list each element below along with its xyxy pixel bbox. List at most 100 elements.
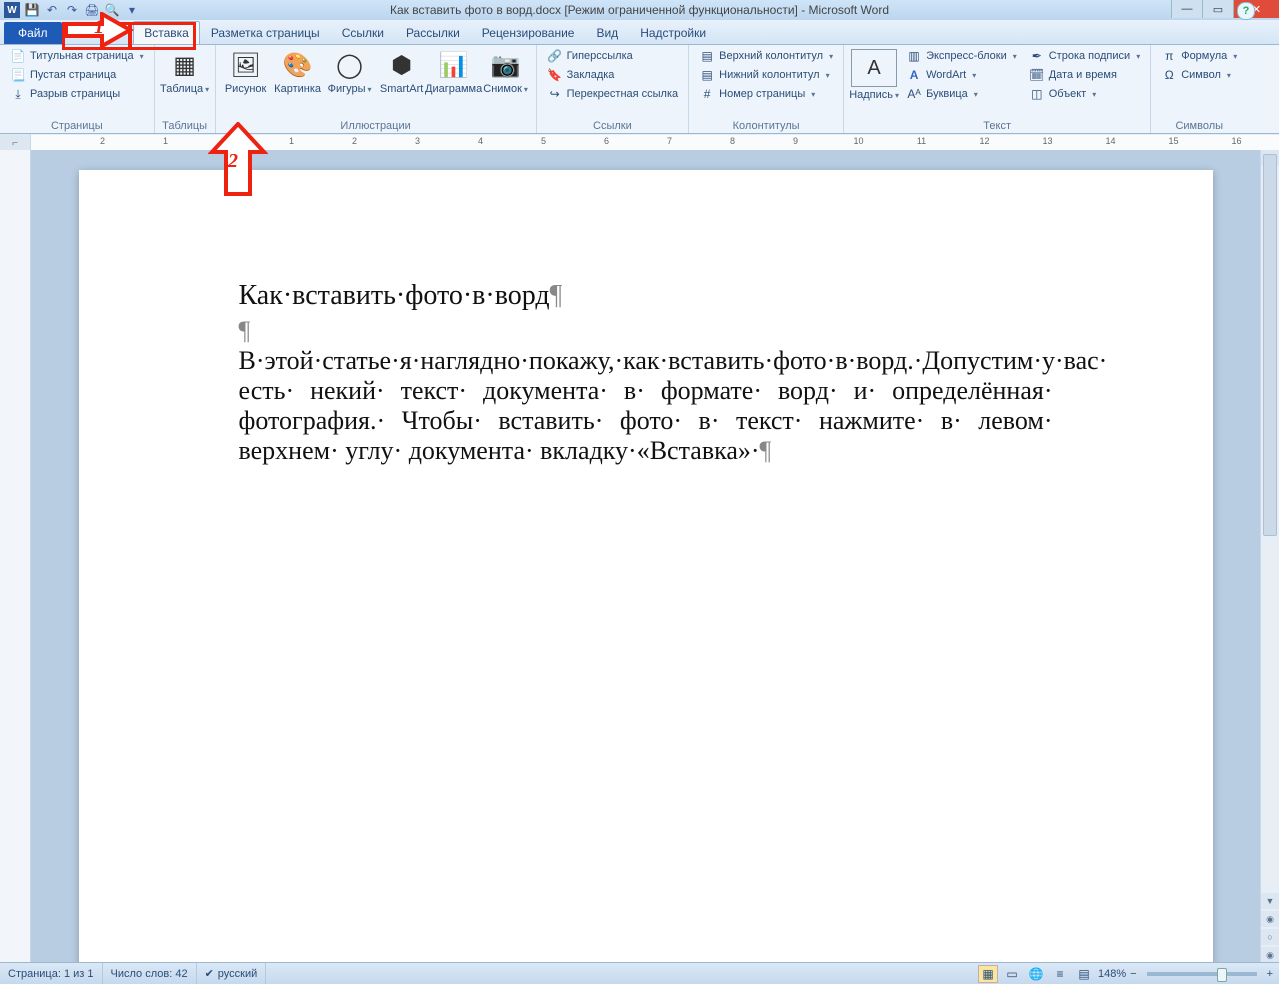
vertical-scrollbar[interactable]: ▲ ▼ ◉ ○ ◉ bbox=[1260, 150, 1279, 963]
ribbon-tabs: Файл Главная Вставка Разметка страницы С… bbox=[0, 20, 1279, 45]
view-fullscreen-button[interactable]: ▭ bbox=[1002, 965, 1022, 983]
chart-icon: 📊 bbox=[438, 49, 470, 81]
status-wordcount[interactable]: Число слов: 42 bbox=[103, 963, 197, 984]
group-pages: 📄Титульная страница 📃Пустая страница ⤓Ра… bbox=[0, 45, 155, 133]
wordart-button[interactable]: AWordArt bbox=[902, 66, 1021, 84]
zoom-percent[interactable]: 148% bbox=[1098, 968, 1126, 980]
equation-label: Формула bbox=[1181, 50, 1227, 62]
picture-icon: 🖼 bbox=[230, 49, 262, 81]
quickparts-icon: ▥ bbox=[906, 48, 922, 64]
symbol-button[interactable]: ΩСимвол bbox=[1157, 66, 1241, 84]
signature-button[interactable]: ✒Строка подписи bbox=[1025, 47, 1144, 65]
workspace: Как·вставить·фото·в·ворд¶ ¶ В·этой·стать… bbox=[0, 150, 1279, 963]
pagebreak-icon: ⤓ bbox=[10, 86, 26, 102]
redo-icon[interactable]: ↷ bbox=[64, 2, 80, 18]
preview-icon[interactable]: 🔍 bbox=[104, 2, 120, 18]
table-button[interactable]: ▦ Таблица bbox=[161, 47, 209, 96]
view-draft-button[interactable]: ▤ bbox=[1074, 965, 1094, 983]
tab-layout[interactable]: Разметка страницы bbox=[200, 21, 331, 44]
view-outline-button[interactable]: ≡ bbox=[1050, 965, 1070, 983]
ribbon: 📄Титульная страница 📃Пустая страница ⤓Ра… bbox=[0, 45, 1279, 134]
undo-icon[interactable]: ↶ bbox=[44, 2, 60, 18]
pilcrow-icon: ¶ bbox=[760, 436, 772, 465]
bookmark-button[interactable]: 🔖Закладка bbox=[543, 66, 683, 84]
paragraph-body[interactable]: В·этой·статье·я·наглядно·покажу,·как·вст… bbox=[239, 346, 1053, 466]
blank-page-button[interactable]: 📃Пустая страница bbox=[6, 66, 148, 84]
view-web-button[interactable]: 🌐 bbox=[1026, 965, 1046, 983]
maximize-button[interactable]: ▭ bbox=[1202, 0, 1233, 18]
wordart-label: WordArt bbox=[926, 69, 966, 81]
document-area[interactable]: Как·вставить·фото·в·ворд¶ ¶ В·этой·стать… bbox=[31, 150, 1260, 963]
shapes-button[interactable]: ◯Фигуры bbox=[326, 47, 374, 96]
title-bar: W 💾 ↶ ↷ 🖨 🔍 ▾ Как вставить фото в ворд.d… bbox=[0, 0, 1279, 20]
view-printlayout-button[interactable]: ▦ bbox=[978, 965, 998, 983]
status-right: ▦ ▭ 🌐 ≡ ▤ 148% − + bbox=[972, 965, 1279, 983]
group-pages-label: Страницы bbox=[6, 119, 148, 133]
symbol-label: Символ bbox=[1181, 69, 1221, 81]
status-language-label: русский bbox=[218, 968, 257, 980]
tab-view[interactable]: Вид bbox=[585, 21, 629, 44]
paragraph-empty[interactable]: ¶ bbox=[239, 316, 1053, 346]
dropcap-button[interactable]: AᴬБуквица bbox=[902, 85, 1021, 103]
minimize-button[interactable]: — bbox=[1171, 0, 1202, 18]
annotation-number-2: 2 bbox=[228, 150, 238, 173]
chart-button[interactable]: 📊Диаграмма bbox=[430, 47, 478, 95]
tab-references[interactable]: Ссылки bbox=[331, 21, 395, 44]
clipart-button[interactable]: 🎨Картинка bbox=[274, 47, 322, 95]
group-illustrations: 🖼Рисунок 🎨Картинка ◯Фигуры ⬢SmartArt 📊Ди… bbox=[216, 45, 537, 133]
scroll-down-icon[interactable]: ▼ bbox=[1261, 893, 1279, 909]
header-button[interactable]: ▤Верхний колонтитул bbox=[695, 47, 837, 65]
crossref-icon: ↪ bbox=[547, 86, 563, 102]
tab-addins[interactable]: Надстройки bbox=[629, 21, 717, 44]
status-language[interactable]: ✔ русский bbox=[197, 963, 267, 984]
qat-more-icon[interactable]: ▾ bbox=[124, 2, 140, 18]
window-controls: — ▭ ✕ bbox=[1171, 0, 1279, 18]
textbox-icon: A bbox=[851, 49, 897, 87]
spellcheck-icon: ✔ bbox=[205, 967, 214, 980]
status-page[interactable]: Страница: 1 из 1 bbox=[0, 963, 103, 984]
zoom-in-button[interactable]: + bbox=[1267, 968, 1273, 980]
zoom-slider-knob[interactable] bbox=[1217, 968, 1227, 982]
help-icon[interactable]: ? bbox=[1237, 2, 1255, 20]
smartart-icon: ⬢ bbox=[386, 49, 418, 81]
page[interactable]: Как·вставить·фото·в·ворд¶ ¶ В·этой·стать… bbox=[79, 170, 1213, 963]
horizontal-ruler[interactable]: 211234567891011121314151617 bbox=[31, 135, 1279, 151]
hyperlink-button[interactable]: 🔗Гиперссылка bbox=[543, 47, 683, 65]
browse-object-icon[interactable]: ○ bbox=[1261, 929, 1279, 945]
group-tables-label: Таблицы bbox=[161, 119, 209, 133]
smartart-button[interactable]: ⬢SmartArt bbox=[378, 47, 426, 95]
group-headers-label: Колонтитулы bbox=[695, 119, 837, 133]
document-heading[interactable]: Как·вставить·фото·в·ворд¶ bbox=[239, 280, 1053, 312]
picture-button[interactable]: 🖼Рисунок bbox=[222, 47, 270, 95]
status-bar: Страница: 1 из 1 Число слов: 42 ✔ русский… bbox=[0, 962, 1279, 984]
equation-button[interactable]: πФормула bbox=[1157, 47, 1241, 65]
zoom-out-button[interactable]: − bbox=[1130, 968, 1136, 980]
next-page-icon[interactable]: ◉ bbox=[1261, 947, 1279, 963]
scroll-thumb[interactable] bbox=[1263, 154, 1277, 536]
tab-insert[interactable]: Вставка bbox=[133, 21, 200, 44]
save-icon[interactable]: 💾 bbox=[24, 2, 40, 18]
word-icon: W bbox=[4, 2, 20, 18]
pagenumber-button[interactable]: #Номер страницы bbox=[695, 85, 837, 103]
page-break-button[interactable]: ⤓Разрыв страницы bbox=[6, 85, 148, 103]
group-symbols-label: Символы bbox=[1157, 119, 1241, 133]
document-heading-text: Как·вставить·фото·в·ворд bbox=[239, 280, 550, 311]
crossref-button[interactable]: ↪Перекрестная ссылка bbox=[543, 85, 683, 103]
header-label: Верхний колонтитул bbox=[719, 50, 823, 62]
quickparts-button[interactable]: ▥Экспресс-блоки bbox=[902, 47, 1021, 65]
prev-page-icon[interactable]: ◉ bbox=[1261, 911, 1279, 927]
textbox-button[interactable]: AНадпись bbox=[850, 47, 898, 102]
datetime-button[interactable]: 🗓Дата и время bbox=[1025, 66, 1144, 84]
annotation-number-1: 1 bbox=[94, 16, 104, 39]
object-button[interactable]: ◫Объект bbox=[1025, 85, 1144, 103]
tab-review[interactable]: Рецензирование bbox=[471, 21, 586, 44]
cover-page-button[interactable]: 📄Титульная страница bbox=[6, 47, 148, 65]
tab-file[interactable]: Файл bbox=[4, 22, 62, 44]
footer-button[interactable]: ▤Нижний колонтитул bbox=[695, 66, 837, 84]
footer-label: Нижний колонтитул bbox=[719, 69, 819, 81]
tab-mailings[interactable]: Рассылки bbox=[395, 21, 471, 44]
vertical-ruler[interactable] bbox=[0, 150, 31, 963]
screenshot-button[interactable]: 📷Снимок bbox=[482, 47, 530, 96]
zoom-slider[interactable] bbox=[1147, 972, 1257, 976]
datetime-label: Дата и время bbox=[1049, 69, 1117, 81]
